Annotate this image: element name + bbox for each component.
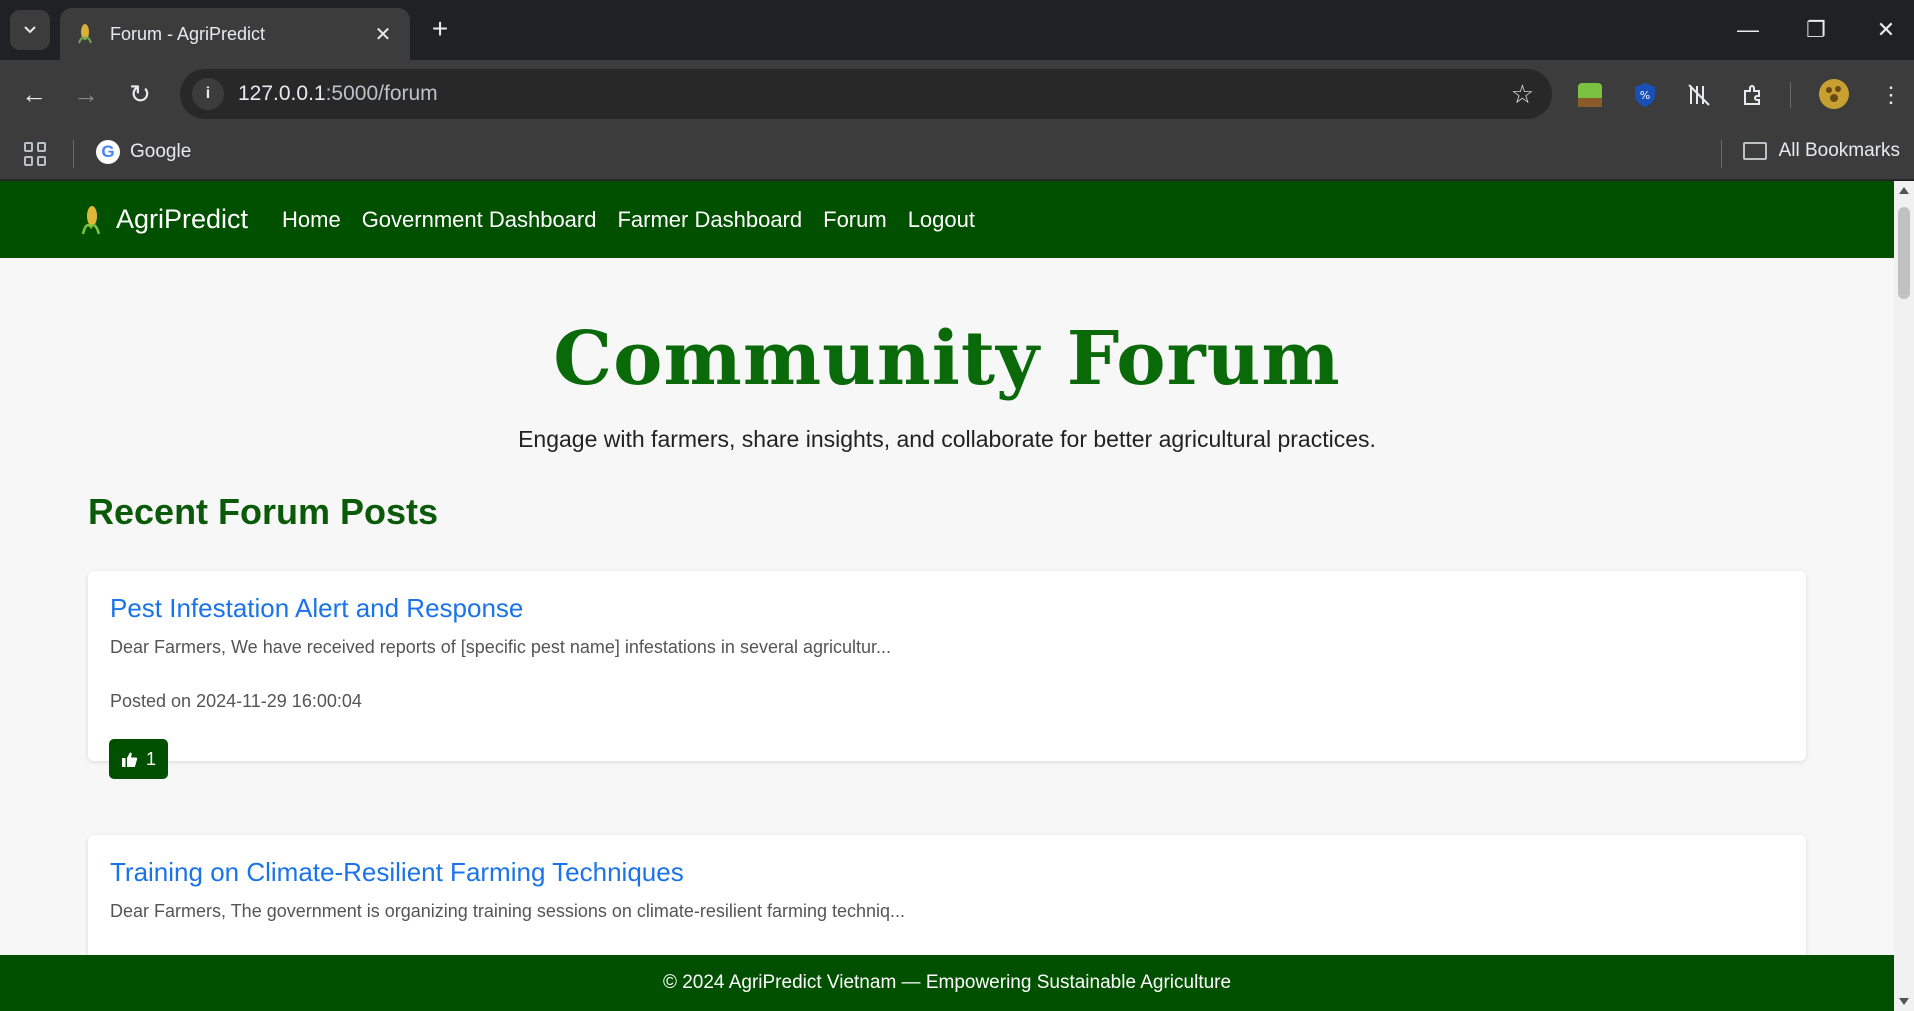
forum-post-card: Pest Infestation Alert and Response Dear… <box>88 571 1806 779</box>
chevron-down-icon <box>24 26 36 34</box>
browser-toolbar: ← → ↻ i 127.0.0.1:5000/forum ☆ % ⋮ <box>0 60 1914 128</box>
nav-logout[interactable]: Logout <box>908 207 975 233</box>
like-count: 1 <box>146 748 157 769</box>
toolbar-separator <box>1790 82 1791 108</box>
site-info-icon[interactable]: i <box>192 78 224 110</box>
thumbs-up-icon <box>122 752 138 767</box>
extensions-puzzle-icon[interactable] <box>1738 80 1768 110</box>
page-subtitle: Engage with farmers, share insights, and… <box>518 426 1376 452</box>
bookmarks-separator <box>73 140 74 168</box>
tab-search-button[interactable] <box>10 10 50 50</box>
extension-blocked-icon[interactable] <box>1684 80 1714 110</box>
bookmarks-bar: G Google All Bookmarks <box>0 128 1914 180</box>
close-tab-icon[interactable]: ✕ <box>370 22 396 47</box>
page-viewport: AgriPredict Home Government Dashboard Fa… <box>0 181 1894 1011</box>
restore-icon[interactable]: ❐ <box>1796 12 1836 48</box>
page-scrollbar[interactable] <box>1894 181 1914 1011</box>
nav-government-dashboard[interactable]: Government Dashboard <box>362 207 597 233</box>
bookmarks-separator-right <box>1721 140 1722 168</box>
nav-forum[interactable]: Forum <box>823 207 887 233</box>
corn-favicon-icon <box>74 23 96 45</box>
nav-home[interactable]: Home <box>282 207 341 233</box>
profile-avatar[interactable] <box>1816 76 1852 112</box>
tab-title: Forum - AgriPredict <box>110 23 266 44</box>
corn-logo-icon <box>81 205 101 234</box>
browser-menu-icon[interactable]: ⋮ <box>1876 80 1906 110</box>
scroll-down-arrow-icon[interactable] <box>1899 998 1909 1005</box>
site-footer: © 2024 AgriPredict Vietnam — Empowering … <box>0 955 1894 1011</box>
nav-links: Home Government Dashboard Farmer Dashboa… <box>282 181 996 258</box>
extension-plant-icon[interactable] <box>1575 80 1605 110</box>
page-title: Community Forum <box>553 316 1341 402</box>
post-date: Posted on 2024-11-29 16:00:04 <box>110 691 362 711</box>
site-brand[interactable]: AgriPredict <box>80 181 248 258</box>
post-excerpt: Dear Farmers, The government is organizi… <box>110 901 906 921</box>
reload-icon[interactable]: ↻ <box>120 74 160 114</box>
footer-text: © 2024 AgriPredict Vietnam — Empowering … <box>662 972 1232 993</box>
url-text[interactable]: 127.0.0.1:5000/forum <box>238 82 1511 106</box>
all-bookmarks-button[interactable]: All Bookmarks <box>1742 140 1900 162</box>
forward-arrow-icon[interactable]: → <box>66 74 106 114</box>
active-tab[interactable]: Forum - AgriPredict ✕ <box>60 8 410 60</box>
scrollbar-thumb[interactable] <box>1898 207 1910 299</box>
section-title: Recent Forum Posts <box>88 491 439 532</box>
nav-farmer-dashboard[interactable]: Farmer Dashboard <box>617 207 802 233</box>
browser-tab-bar: Forum - AgriPredict ✕ + — ❐ ✕ <box>0 0 1914 60</box>
apps-grid-icon[interactable] <box>24 142 48 166</box>
bookmark-google[interactable]: G Google <box>96 140 191 164</box>
bookmark-star-icon[interactable]: ☆ <box>1511 79 1534 110</box>
like-button[interactable]: 1 <box>109 739 169 779</box>
post-title-link[interactable]: Training on Climate-Resilient Farming Te… <box>110 857 684 888</box>
close-window-icon[interactable]: ✕ <box>1866 12 1906 48</box>
scroll-up-arrow-icon[interactable] <box>1899 187 1909 194</box>
extension-shield-icon[interactable]: % <box>1630 80 1660 110</box>
back-arrow-icon[interactable]: ← <box>14 74 54 114</box>
post-title-link[interactable]: Pest Infestation Alert and Response <box>110 593 523 624</box>
address-bar[interactable]: i 127.0.0.1:5000/forum ☆ <box>180 69 1552 119</box>
minimize-icon[interactable]: — <box>1728 12 1768 48</box>
new-tab-button[interactable]: + <box>424 14 456 46</box>
svg-text:%: % <box>1640 89 1650 102</box>
brand-name: AgriPredict <box>116 204 249 234</box>
google-logo-icon: G <box>96 140 120 164</box>
post-excerpt: Dear Farmers, We have received reports o… <box>110 637 892 657</box>
folder-icon <box>1742 142 1767 160</box>
site-navbar: AgriPredict Home Government Dashboard Fa… <box>0 181 1894 258</box>
